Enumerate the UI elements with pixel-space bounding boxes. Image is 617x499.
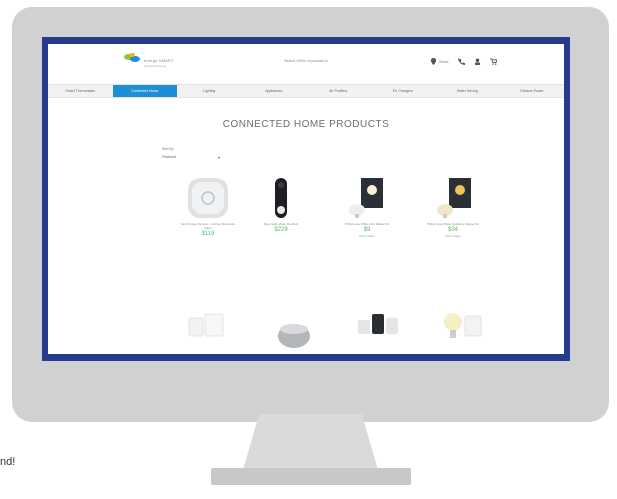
sort-dropdown[interactable]: Featured xyxy=(162,154,202,161)
product-price: $229 xyxy=(274,227,288,233)
product-price: $34 xyxy=(447,227,458,233)
rebate-note[interactable]: Plus rebate xyxy=(423,234,483,238)
monitor-stand-base xyxy=(211,468,411,485)
header-utilities: Store xyxy=(430,56,497,66)
smart-plug-product-image[interactable] xyxy=(183,312,229,342)
logo-leaf-icon xyxy=(124,53,140,62)
search-input[interactable]: Search 1000s of products in xyxy=(254,57,358,65)
smart-bulb-kit-image xyxy=(349,178,383,218)
site-logo[interactable]: energy SMART connected home xyxy=(124,52,184,74)
page-title: CONNECTED HOME PRODUCTS xyxy=(222,119,390,130)
nav-item[interactable]: Water Saving xyxy=(435,85,500,97)
security-camera-product-image[interactable] xyxy=(354,310,402,340)
category-nav: Smart Thermostats Connected Home Lightin… xyxy=(48,84,564,98)
nav-item[interactable]: Air Purifiers xyxy=(306,85,371,97)
video-doorbell-image xyxy=(275,178,287,218)
location-pin-icon xyxy=(430,57,437,65)
smoke-alarm-image xyxy=(188,178,228,218)
website-screen: energy SMART connected home Search 1000s… xyxy=(48,44,564,354)
nav-item[interactable]: EV Chargers xyxy=(371,85,436,97)
smart-speaker-product-image[interactable] xyxy=(274,322,314,350)
product-price: $119 xyxy=(201,231,215,237)
product-card[interactable]: Philips Hue White Ambiance Starter Kit $… xyxy=(423,176,483,238)
color-bulb-product-image[interactable] xyxy=(439,310,485,342)
sort-label: Sort By xyxy=(162,147,174,151)
logo-subtext: connected home xyxy=(144,64,167,68)
phone-icon[interactable] xyxy=(457,57,465,65)
nav-item[interactable]: Smart Thermostats xyxy=(48,85,113,97)
nav-item[interactable]: Lighting xyxy=(177,85,242,97)
nav-item[interactable]: Outdoor Power xyxy=(500,85,565,97)
cart-icon[interactable] xyxy=(489,57,497,65)
product-description: Nest Protect Smoke + Carbon Monoxide Ala… xyxy=(181,222,235,230)
cropped-caption-text: nd! xyxy=(0,456,16,468)
monitor-body: energy SMART connected home Search 1000s… xyxy=(12,7,609,422)
nav-item-active[interactable]: Connected Home xyxy=(112,85,177,97)
product-card[interactable]: Philips Hue White A19 Starter Kit $9 Plu… xyxy=(337,176,397,238)
smart-bulb-kit-image xyxy=(437,178,471,218)
monitor-screen-frame: energy SMART connected home Search 1000s… xyxy=(42,37,570,361)
location-selector[interactable]: Store xyxy=(430,57,449,65)
rebate-note[interactable]: Plus rebate xyxy=(337,234,397,238)
product-price: $9 xyxy=(363,227,371,233)
monitor-stand-neck xyxy=(243,414,378,470)
user-account-icon[interactable] xyxy=(474,57,481,65)
chevron-down-icon[interactable]: ▾ xyxy=(218,154,220,161)
location-label: Store xyxy=(439,58,449,64)
nav-item[interactable]: Appliances xyxy=(242,85,307,97)
logo-text: energy SMART xyxy=(144,58,174,63)
product-card[interactable]: Nest Protect Smoke + Carbon Monoxide Ala… xyxy=(178,176,238,238)
site-header: energy SMART connected home Search 1000s… xyxy=(48,44,564,82)
product-card[interactable]: Nest Hello Video Doorbell $229 xyxy=(251,176,311,234)
